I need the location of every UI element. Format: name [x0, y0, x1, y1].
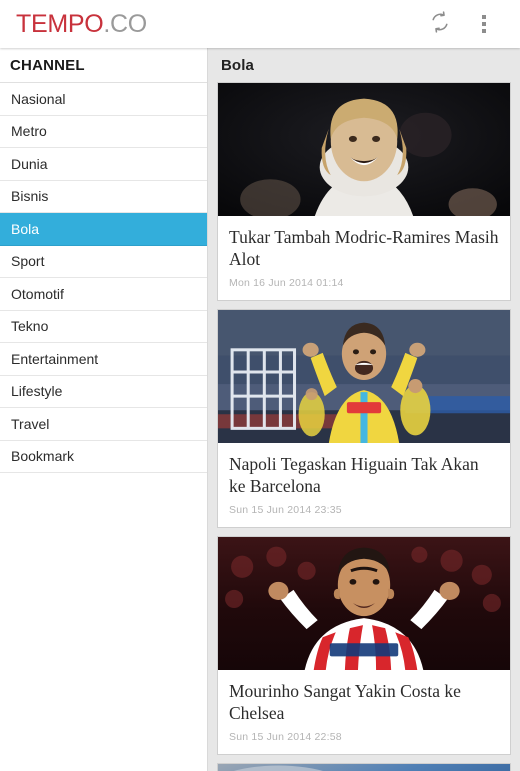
article-title: Napoli Tegaskan Higuain Tak Akan ke Barc…	[229, 454, 479, 497]
sidebar-item-otomotif[interactable]: Otomotif	[0, 278, 207, 311]
sidebar-item-entertainment[interactable]: Entertainment	[0, 343, 207, 376]
sidebar-item-label: Bisnis	[11, 188, 49, 205]
channel-header: CHANNEL	[0, 48, 207, 83]
article-image	[218, 83, 510, 216]
sidebar-item-metro[interactable]: Metro	[0, 115, 207, 148]
sidebar-item-label: Nasional	[11, 90, 66, 107]
overflow-menu-icon	[482, 15, 486, 33]
logo-dotco: .CO	[103, 9, 147, 38]
sidebar-item-label: Travel	[11, 415, 50, 432]
article-image	[218, 310, 510, 444]
overflow-dot	[482, 15, 486, 19]
article-image	[218, 764, 510, 771]
article-text: Napoli Tegaskan Higuain Tak Akan ke Barc…	[218, 443, 510, 527]
refresh-button[interactable]	[418, 2, 462, 46]
article-date: Sun 15 Jun 2014 23:35	[229, 504, 342, 517]
sidebar-item-label: Metro	[11, 123, 47, 140]
article-card[interactable]: Napoli Tegaskan Higuain Tak Akan ke Barc…	[217, 309, 511, 529]
sidebar-item-nasional[interactable]: Nasional	[0, 83, 207, 116]
sidebar-item-bisnis[interactable]: Bisnis	[0, 180, 207, 213]
overflow-menu-button[interactable]	[462, 2, 506, 46]
sidebar-item-bola[interactable]: Bola	[0, 213, 207, 246]
sidebar-item-lifestyle[interactable]: Lifestyle	[0, 375, 207, 408]
app-logo: TEMPO.CO	[16, 9, 147, 38]
section-title: Bola	[221, 57, 254, 74]
app-root: TEMPO.CO CHANNEL Nasional Metro Dunia Bi…	[0, 0, 520, 771]
article-card[interactable]: Tukar Tambah Modric-Ramires Masih Alot M…	[217, 82, 511, 302]
article-image	[218, 537, 510, 671]
body-container: CHANNEL Nasional Metro Dunia Bisnis Bola…	[0, 48, 520, 771]
article-title: Tukar Tambah Modric-Ramires Masih Alot	[229, 227, 499, 270]
sidebar-item-sport[interactable]: Sport	[0, 245, 207, 278]
sidebar-item-label: Tekno	[11, 318, 49, 335]
article-date: Sun 15 Jun 2014 22:58	[229, 731, 342, 744]
sidebar-item-label: Lifestyle	[11, 383, 63, 400]
sidebar-item-travel[interactable]: Travel	[0, 408, 207, 441]
logo-tempo: TEMPO	[16, 9, 104, 38]
sidebar-item-dunia[interactable]: Dunia	[0, 148, 207, 181]
article-list[interactable]: Bola Tukar Tambah Modric-Ramires Masih A…	[208, 48, 520, 771]
article-card[interactable]	[217, 763, 511, 771]
app-bar: TEMPO.CO	[0, 0, 520, 48]
sidebar-item-bookmark[interactable]: Bookmark	[0, 440, 207, 473]
article-card[interactable]: Mourinho Sangat Yakin Costa ke Chelsea S…	[217, 536, 511, 756]
refresh-icon	[429, 10, 451, 38]
sidebar-item-label: Bola	[11, 220, 40, 237]
overflow-dot	[482, 29, 486, 33]
sidebar-item-label: Bookmark	[11, 448, 75, 465]
article-date: Mon 16 Jun 2014 01:14	[229, 277, 344, 290]
sidebar-item-label: Otomotif	[11, 285, 64, 302]
sidebar-item-label: Sport	[11, 253, 45, 270]
article-text: Mourinho Sangat Yakin Costa ke Chelsea S…	[218, 670, 510, 754]
sidebar-item-tekno[interactable]: Tekno	[0, 310, 207, 343]
sidebar-item-label: Dunia	[11, 155, 48, 172]
article-title: Mourinho Sangat Yakin Costa ke Chelsea	[229, 681, 461, 724]
sidebar-item-label: Entertainment	[11, 350, 99, 367]
channel-sidebar: CHANNEL Nasional Metro Dunia Bisnis Bola…	[0, 48, 208, 771]
article-text: Tukar Tambah Modric-Ramires Masih Alot M…	[218, 216, 510, 300]
overflow-dot	[482, 22, 486, 26]
